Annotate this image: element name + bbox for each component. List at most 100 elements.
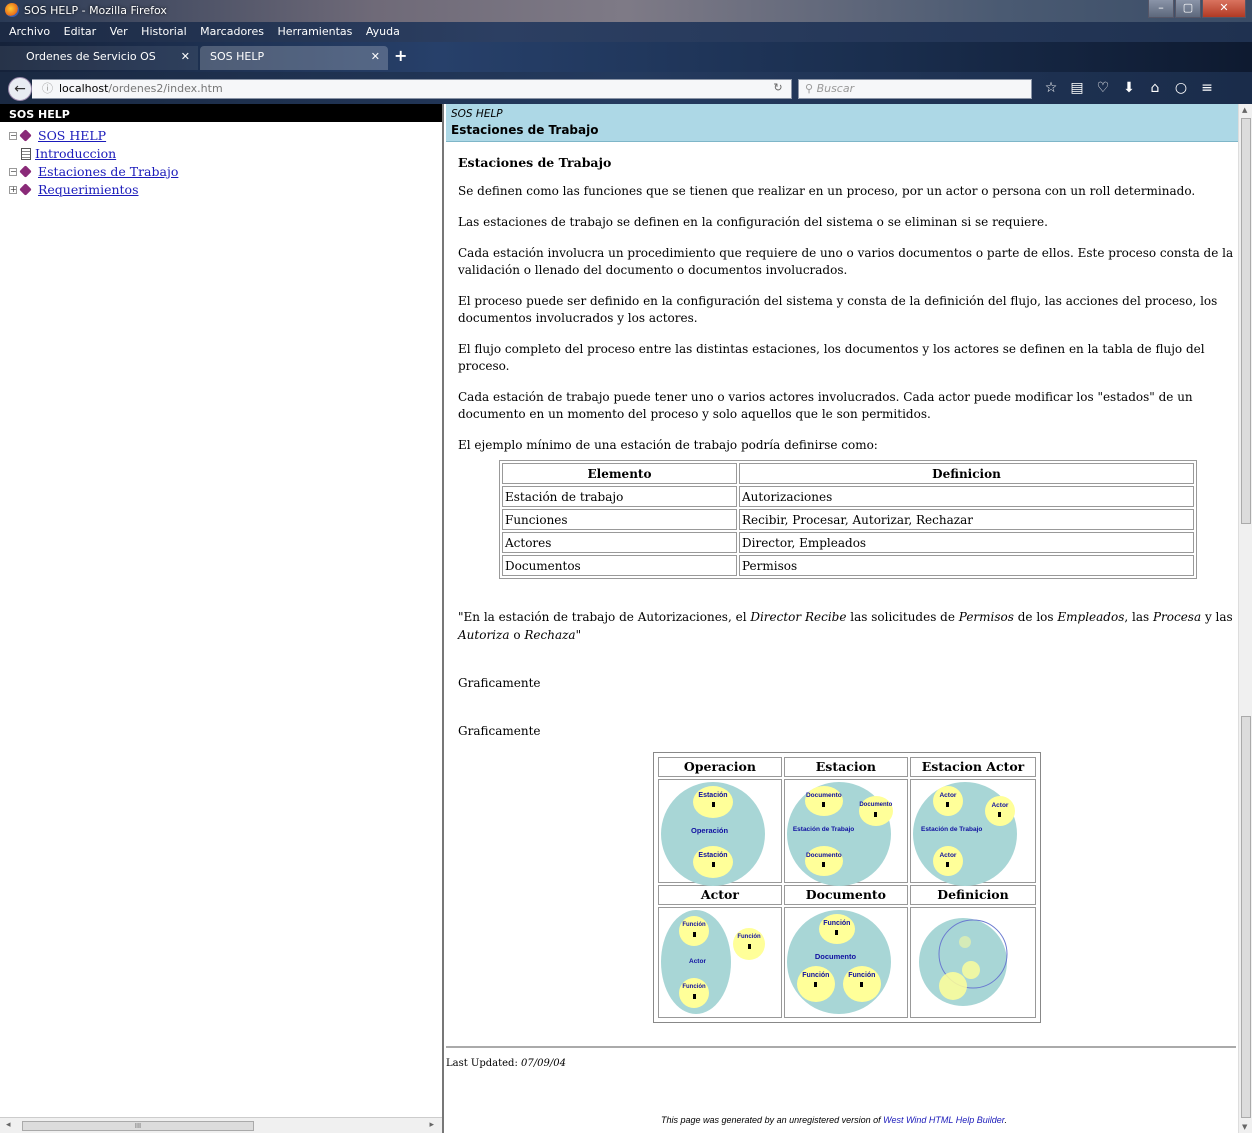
node-label: Función <box>682 922 706 928</box>
tab-ordenes[interactable]: Ordenes de Servicio OS ✕ <box>0 46 198 70</box>
table-cell: Actores <box>502 532 737 553</box>
info-icon[interactable]: ⓘ <box>42 82 53 95</box>
minimize-button[interactable]: – <box>1148 0 1174 18</box>
toc-link[interactable]: Estaciones de Trabajo <box>38 164 178 179</box>
node-label: Documento <box>805 852 842 859</box>
node: Actor <box>984 796 1015 826</box>
close-tab-icon[interactable]: ✕ <box>181 46 190 68</box>
diagram-actor: Función Función Actor Función <box>658 907 782 1018</box>
toc-item-sos-help[interactable]: − SOS HELP <box>9 128 106 146</box>
node: Documento <box>858 796 893 826</box>
toolbar-icons: ☆ ▤ ♡ ⬇ ⌂ ○ ≡ <box>1040 77 1218 99</box>
quote-em: Procesa <box>1152 610 1202 624</box>
new-tab-button[interactable]: + <box>394 46 407 65</box>
diagram-estacion-actor: Actor Actor Estación de Trabajo Actor <box>909 779 1036 886</box>
maximize-button[interactable]: ▢ <box>1175 0 1201 18</box>
diagram-header: Documento <box>783 885 908 905</box>
node-label: Actor <box>939 852 957 859</box>
reload-icon[interactable]: ↻ <box>764 79 792 99</box>
menu-bar: Archivo Editar Ver Historial Marcadores … <box>0 22 1252 42</box>
marker <box>998 812 1002 817</box>
inner-node <box>938 972 967 1000</box>
diagram-header: Estacion <box>783 757 908 777</box>
collapse-icon[interactable]: − <box>9 132 17 140</box>
menu-herramientas[interactable]: Herramientas <box>272 22 357 38</box>
menu-editar[interactable]: Editar <box>59 22 102 38</box>
scroll-thumb[interactable]: III <box>22 1121 254 1131</box>
node: Actor <box>932 786 963 816</box>
collapse-icon[interactable]: − <box>9 168 17 176</box>
node: Estación <box>693 786 733 818</box>
paragraph: Se definen como las funciones que se tie… <box>458 184 1196 198</box>
horizontal-scrollbar[interactable]: ◂ III ▸ <box>0 1117 442 1133</box>
scroll-thumb-lower[interactable] <box>1241 716 1251 1118</box>
quote-em: Recibe <box>804 610 847 624</box>
tab-strip: Ordenes de Servicio OS ✕ SOS HELP ✕ <box>0 42 1252 72</box>
url-host: localhost <box>59 82 109 95</box>
marker <box>946 862 950 867</box>
search-input[interactable]: ⚲ Buscar <box>798 79 1032 99</box>
node: Documento <box>804 846 843 876</box>
toc-item-requerimientos[interactable]: + Requerimientos <box>9 182 139 200</box>
firefox-icon <box>5 3 19 17</box>
marker <box>692 994 696 999</box>
diagram-header: Operacion <box>658 757 782 777</box>
bookmark-star-icon[interactable]: ☆ <box>1040 77 1062 99</box>
inner-node <box>958 936 971 948</box>
marker <box>814 982 818 987</box>
menu-ayuda[interactable]: Ayuda <box>361 22 405 38</box>
generator-link[interactable]: West Wind HTML Help Builder <box>883 1115 1004 1125</box>
scroll-thumb[interactable] <box>1241 118 1251 524</box>
node-label: Función <box>848 972 876 979</box>
scroll-up-icon[interactable]: ▲ <box>1242 106 1247 114</box>
quote-text: las solicitudes de <box>846 610 959 624</box>
page-heading: Estaciones de Trabajo <box>458 155 612 170</box>
quote-text: de los <box>1013 610 1058 624</box>
toc-item-introduccion[interactable]: Introduccion <box>21 146 116 164</box>
toc-link[interactable]: Introduccion <box>35 146 116 161</box>
center-label: Operación <box>691 826 729 835</box>
menu-archivo[interactable]: Archivo <box>0 22 55 38</box>
paragraph: El proceso puede ser definido en la conf… <box>458 294 1218 325</box>
url-bar[interactable]: ⓘ localhost/ordenes2/index.htm <box>32 79 792 99</box>
node: Función <box>733 928 765 960</box>
home-icon[interactable]: ⌂ <box>1144 77 1166 99</box>
scroll-right-icon[interactable]: ▸ <box>429 1120 434 1130</box>
vertical-scrollbar[interactable]: ▲ ▼ <box>1238 104 1252 1133</box>
diagram-header: Estacion Actor <box>909 757 1036 777</box>
table-cell: Documentos <box>502 555 737 576</box>
book-icon <box>19 129 32 142</box>
menu-marcadores[interactable]: Marcadores <box>195 22 269 38</box>
back-button[interactable]: ← <box>8 77 32 101</box>
download-icon[interactable]: ⬇ <box>1118 77 1140 99</box>
topic-body: Estaciones de Trabajo Se definen como la… <box>458 154 1238 468</box>
expand-icon[interactable]: + <box>9 186 17 194</box>
diagram-grid: Operacion Estacion Estacion Actor Estaci… <box>653 752 1041 1023</box>
last-updated: Last Updated: 07/09/04 <box>446 1058 566 1069</box>
close-window-button[interactable]: ✕ <box>1202 0 1246 18</box>
reading-list-icon[interactable]: ▤ <box>1066 77 1088 99</box>
node-label: Documento <box>859 802 893 808</box>
chat-icon[interactable]: ○ <box>1170 77 1192 99</box>
window-titlebar: SOS HELP - Mozilla Firefox – ▢ ✕ <box>0 0 1252 22</box>
toc-link[interactable]: SOS HELP <box>38 128 106 143</box>
menu-ver[interactable]: Ver <box>105 22 133 38</box>
menu-icon[interactable]: ≡ <box>1196 77 1218 99</box>
marker <box>692 932 696 937</box>
close-tab-icon[interactable]: ✕ <box>371 46 380 68</box>
center-label: Actor <box>689 958 706 965</box>
toc-item-estaciones[interactable]: − Estaciones de Trabajo <box>9 164 178 182</box>
node: Función <box>796 966 835 1002</box>
graficamente-label: Graficamente <box>458 724 541 738</box>
tab-sos-help[interactable]: SOS HELP ✕ <box>200 46 388 70</box>
scroll-down-icon[interactable]: ▼ <box>1242 1123 1247 1131</box>
toc-link[interactable]: Requerimientos <box>38 182 139 197</box>
marker <box>822 862 826 867</box>
table-row: Funciones Recibir, Procesar, Autorizar, … <box>502 509 1194 530</box>
diagram-estacion: Documento Documento Estación de Trabajo … <box>783 779 908 886</box>
table-row: Documentos Permisos <box>502 555 1194 576</box>
pocket-icon[interactable]: ♡ <box>1092 77 1114 99</box>
diagram-operacion: Estación Operación Estación <box>658 779 782 886</box>
menu-historial[interactable]: Historial <box>136 22 191 38</box>
scroll-left-icon[interactable]: ◂ <box>6 1120 11 1130</box>
